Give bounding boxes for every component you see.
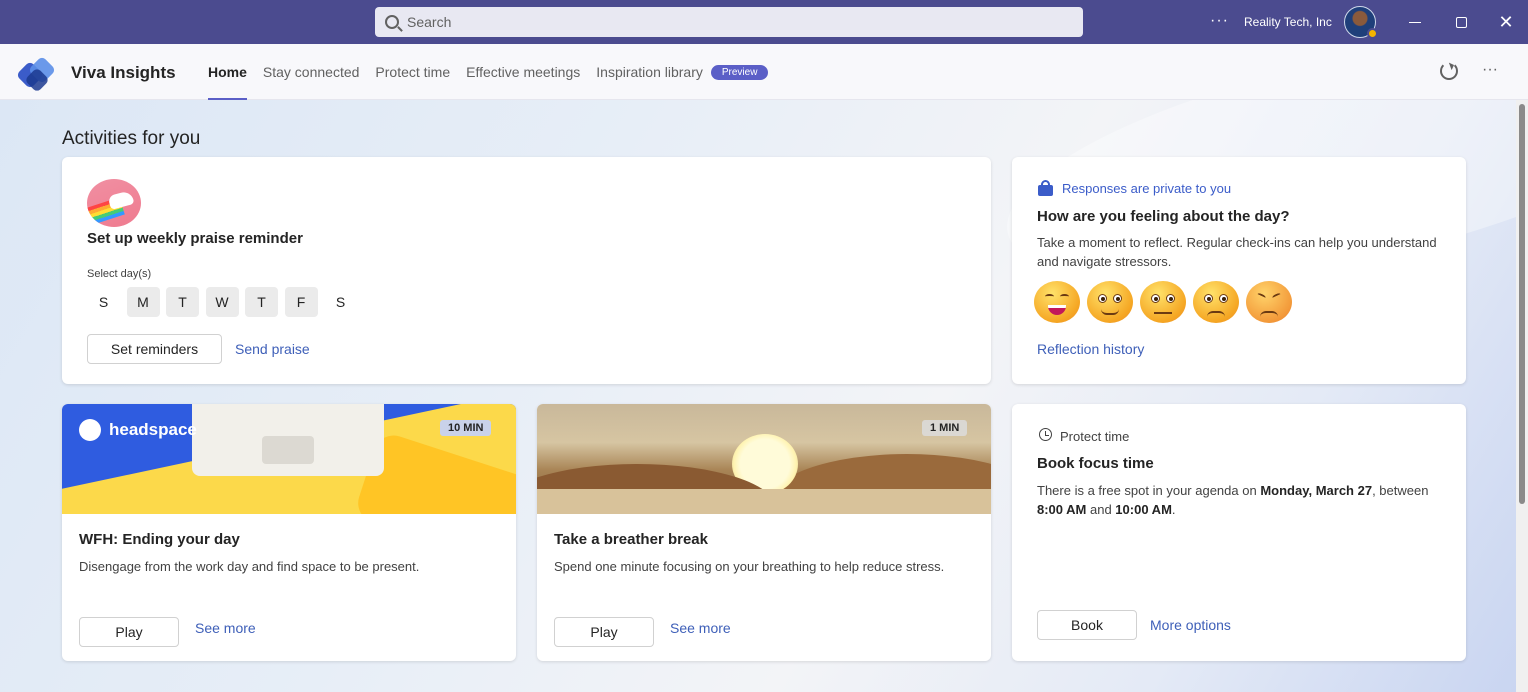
search-icon (385, 15, 399, 29)
book-button[interactable]: Book (1037, 610, 1137, 640)
minimize-icon (1409, 21, 1421, 23)
viva-insights-logo-icon (15, 55, 57, 93)
tab-protect-time[interactable]: Protect time (375, 44, 450, 100)
headspace-logo-icon (79, 419, 101, 441)
lock-icon (1038, 180, 1053, 196)
happy-emoji-icon[interactable] (1087, 281, 1133, 323)
more-options-icon[interactable]: ··· (1210, 12, 1229, 30)
tab-stay-connected[interactable]: Stay connected (263, 44, 360, 100)
status-indicator (1367, 28, 1378, 39)
card-title: How are you feeling about the day? (1037, 208, 1290, 225)
app-header: Viva Insights Home Stay connected Protec… (0, 44, 1528, 100)
reflection-history-link[interactable]: Reflection history (1037, 341, 1144, 357)
more-options-link[interactable]: More options (1150, 617, 1231, 633)
day-toggle-wednesday[interactable]: W (205, 287, 239, 317)
focus-end-time: 10:00 AM (1115, 502, 1172, 517)
maximize-icon (1455, 16, 1467, 28)
focus-day: Monday (1260, 483, 1309, 498)
refresh-icon[interactable] (1440, 62, 1458, 80)
minimize-button[interactable] (1403, 10, 1427, 34)
play-button[interactable]: Play (554, 617, 654, 647)
card-description: There is a free spot in your agenda on M… (1037, 483, 1429, 517)
card-description: Take a moment to reflect. Regular check-… (1037, 235, 1437, 269)
day-toggle-monday[interactable]: M (126, 287, 160, 317)
duration-badge: 10 MIN (440, 420, 492, 436)
see-more-link[interactable]: See more (195, 620, 256, 636)
search-box[interactable] (375, 7, 1083, 37)
feeling-checkin-card: Responses are private to you How are you… (1012, 157, 1466, 384)
card-title: Book focus time (1037, 455, 1154, 472)
card-description: Disengage from the work day and find spa… (79, 559, 420, 574)
scrollbar[interactable] (1516, 100, 1528, 692)
headspace-card: headspace 10 MIN WFH: Ending your day Di… (62, 404, 516, 661)
tab-home[interactable]: Home (208, 44, 247, 100)
play-button[interactable]: Play (79, 617, 179, 647)
card-description: Spend one minute focusing on your breath… (554, 559, 945, 574)
card-title: Take a breather break (554, 531, 708, 548)
unicorn-rainbow-icon (87, 179, 141, 227)
headspace-brand: headspace (109, 420, 197, 439)
neutral-emoji-icon[interactable] (1140, 281, 1186, 323)
send-praise-link[interactable]: Send praise (235, 341, 310, 357)
focus-time-card: Protect time Book focus time There is a … (1012, 404, 1466, 661)
preview-badge: Preview (710, 64, 769, 80)
tab-effective-meetings[interactable]: Effective meetings (466, 44, 580, 100)
privacy-note: Responses are private to you (1062, 181, 1232, 196)
duration-badge: 1 MIN (922, 420, 968, 436)
headspace-banner-image: headspace 10 MIN (62, 404, 516, 514)
org-name[interactable]: Reality Tech, Inc (1244, 15, 1332, 29)
clock-icon (1039, 428, 1052, 441)
set-reminders-button[interactable]: Set reminders (87, 334, 222, 364)
day-toggle-sunday[interactable]: S (87, 287, 120, 317)
main-content: Activities for you Set up weekly praise … (0, 100, 1516, 692)
see-more-link[interactable]: See more (670, 620, 731, 636)
select-days-label: Select day(s) (87, 268, 152, 280)
breather-card: 1 MIN Take a breather break Spend one mi… (537, 404, 991, 661)
day-toggle-friday[interactable]: F (284, 287, 318, 317)
sad-emoji-icon[interactable] (1193, 281, 1239, 323)
card-title: WFH: Ending your day (79, 531, 240, 548)
focus-start-time: 8:00 AM (1037, 502, 1087, 517)
card-title: Set up weekly praise reminder (87, 230, 303, 247)
search-input[interactable] (407, 14, 1007, 30)
category-label: Protect time (1060, 429, 1130, 444)
close-button[interactable]: ✕ (1494, 10, 1518, 34)
nav-tabs: Home Stay connected Protect time Effecti… (208, 44, 769, 100)
praise-reminder-card: Set up weekly praise reminder Select day… (62, 157, 991, 384)
app-more-icon[interactable]: ··· (1482, 61, 1498, 79)
maximize-button[interactable] (1449, 10, 1473, 34)
day-selector: S M T W T F S (87, 287, 364, 317)
avatar[interactable] (1344, 6, 1378, 39)
focus-date: March 27 (1315, 483, 1373, 498)
scrollbar-thumb[interactable] (1519, 104, 1525, 504)
day-toggle-saturday[interactable]: S (324, 287, 357, 317)
very-happy-emoji-icon[interactable] (1034, 281, 1080, 323)
day-toggle-tuesday[interactable]: T (166, 287, 199, 317)
landscape-banner-image: 1 MIN (537, 404, 991, 514)
upset-emoji-icon[interactable] (1246, 281, 1292, 323)
app-title: Viva Insights (71, 63, 176, 82)
mood-selector (1034, 281, 1299, 323)
section-title: Activities for you (62, 128, 201, 149)
day-toggle-thursday[interactable]: T (245, 287, 278, 317)
tab-inspiration-library[interactable]: Inspiration library (596, 44, 703, 100)
title-bar: ··· Reality Tech, Inc ✕ (0, 0, 1528, 44)
